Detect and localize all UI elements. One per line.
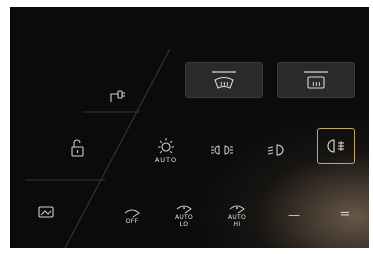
low-beam-icon xyxy=(267,144,284,156)
fog-light-button[interactable] xyxy=(317,128,355,164)
front-defrost-button[interactable] xyxy=(185,62,263,98)
wiper-auto-hi-button[interactable]: AUTO HI xyxy=(223,199,251,233)
wiper-auto-hi-label-2: HI xyxy=(233,221,241,228)
front-defrost-icon xyxy=(212,71,236,89)
wiper-auto-lo-label-2: LO xyxy=(179,221,189,228)
rear-defrost-button[interactable] xyxy=(277,62,355,98)
wiper-high-speed-label: = xyxy=(339,207,351,222)
wiper-auto-icon xyxy=(229,205,245,214)
parking-lights-icon xyxy=(211,145,233,155)
wiper-off-label: OFF xyxy=(125,217,139,225)
parking-lights-button[interactable] xyxy=(206,137,238,163)
wiper-auto-lo-button[interactable]: AUTO LO xyxy=(170,199,198,233)
trunk-unlock-icon xyxy=(71,139,84,157)
controls-screen: AUTO OFF AUTO LO AUTO HI — = xyxy=(10,7,369,248)
wiper-icon xyxy=(124,209,140,217)
wiper-high-speed-button[interactable]: = xyxy=(333,205,357,225)
wiper-auto-lo-label-1: AUTO xyxy=(174,214,194,221)
wiper-auto-icon xyxy=(176,205,192,214)
wiper-low-speed-label: — xyxy=(288,208,300,222)
auto-headlights-label: AUTO xyxy=(154,155,178,164)
wiper-off-button[interactable]: OFF xyxy=(118,202,146,230)
charge-port-icon xyxy=(110,90,125,102)
low-beam-button[interactable] xyxy=(262,137,290,163)
auto-headlights-button[interactable]: AUTO xyxy=(148,132,184,168)
mirror-fold-button[interactable] xyxy=(34,202,58,222)
fog-light-icon xyxy=(327,139,344,153)
trunk-button[interactable] xyxy=(66,136,90,160)
auto-headlight-sun-icon xyxy=(158,137,174,153)
charge-port-button[interactable] xyxy=(102,85,132,107)
mirror-fold-icon xyxy=(38,206,54,218)
wiper-low-speed-button[interactable]: — xyxy=(282,205,306,225)
rear-defrost-icon xyxy=(304,71,328,89)
wiper-auto-hi-label-1: AUTO xyxy=(227,214,247,221)
